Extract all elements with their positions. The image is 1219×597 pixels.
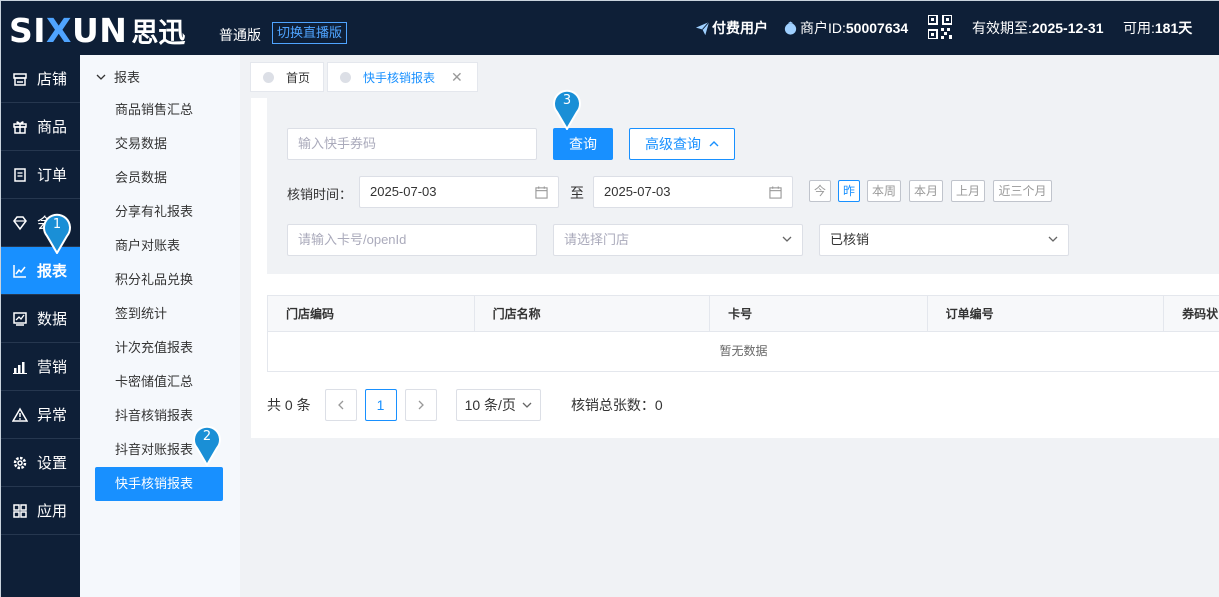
chevron-down-icon: [1048, 225, 1058, 255]
quick-this-week[interactable]: 本周: [867, 180, 901, 202]
chevron-down-icon: [96, 74, 106, 80]
chevron-up-icon: [709, 141, 719, 147]
nav-item-data[interactable]: 数据: [1, 295, 80, 343]
step-marker-3: 3: [552, 88, 582, 131]
top-header: SIXUN 思迅 普通版 切换直播版 付费用户 商户ID: 50007634 有效期…: [1, 1, 1219, 55]
table-header: 门店编码 门店名称 卡号 订单编号 券码状: [268, 296, 1219, 332]
nav-item-store[interactable]: 店铺: [1, 55, 80, 103]
pagination: 共 0 条 1 10 条/页 核销总张数：0: [267, 389, 663, 421]
search-panel: 输入快手券码 查询 高级查询 核销时间： 2025-07-03 至 2025-0…: [267, 98, 1219, 274]
diamond-icon: [12, 215, 28, 231]
qr-code-icon[interactable]: [928, 15, 952, 39]
prev-page-button[interactable]: [324, 389, 357, 421]
chevron-down-icon: [522, 402, 532, 408]
report-content: 输入快手券码 查询 高级查询 核销时间： 2025-07-03 至 2025-0…: [251, 98, 1219, 438]
quick-today[interactable]: 今: [809, 180, 831, 202]
expiry-date: 有效期至: 2025-12-31: [972, 20, 1104, 36]
edition-label: 普通版: [219, 27, 261, 43]
step-marker-1: 1: [42, 212, 72, 255]
empty-state: 暂无数据: [719, 344, 768, 358]
nav-item-apps[interactable]: 应用: [1, 487, 80, 535]
submenu-item-checkin[interactable]: 签到统计: [95, 297, 223, 331]
apps-icon: [12, 503, 28, 519]
total-count: 共 0 条: [267, 397, 311, 413]
nav-item-exceptions[interactable]: 异常: [1, 391, 80, 439]
close-icon[interactable]: ✕: [451, 69, 463, 86]
tab-kuaishou-report[interactable]: 快手核销报表 ✕: [327, 62, 478, 92]
card-openid-input[interactable]: 请输入卡号/openId: [287, 224, 537, 256]
submenu-item-card-stored[interactable]: 卡密储值汇总: [95, 365, 223, 399]
column-store-code: 门店编码: [268, 296, 475, 332]
quick-last-three-months[interactable]: 近三个月: [993, 180, 1052, 202]
submenu-item-sales-summary[interactable]: 商品销售汇总: [95, 93, 223, 127]
chevron-right-icon: [418, 400, 424, 410]
gift-icon: [12, 119, 28, 135]
switch-live-button[interactable]: 切换直播版: [272, 22, 348, 44]
status-select[interactable]: 已核销: [819, 224, 1069, 256]
column-coupon-status: 券码状: [1182, 307, 1219, 321]
submenu-item-points-redeem[interactable]: 积分礼品兑换: [95, 263, 223, 297]
nav-item-orders[interactable]: 订单: [1, 151, 80, 199]
chart-icon: [12, 263, 28, 279]
to-label: 至: [570, 185, 584, 201]
tab-home[interactable]: 首页: [250, 62, 324, 92]
calendar-icon: [769, 177, 782, 210]
brand-logo: SIXUN 思迅: [9, 11, 186, 50]
chevron-down-icon: [782, 225, 792, 255]
report-table: 门店编码 门店名称 卡号 订单编号 券码状 暂无数据: [267, 295, 1219, 372]
query-button[interactable]: 查询: [553, 128, 613, 160]
merchant-id: 商户ID: 50007634: [783, 18, 908, 38]
nav-item-settings[interactable]: 设置: [1, 439, 80, 487]
page-number[interactable]: 1: [364, 389, 397, 421]
main-area: 首页 快手核销报表 ✕ 输入快手券码 查询 高级查询 核销时间： 2025-07…: [240, 55, 1219, 597]
store-select[interactable]: 请选择门店: [553, 224, 803, 256]
warning-icon: [12, 407, 28, 423]
store-icon: [12, 71, 28, 87]
report-submenu: 报表 商品销售汇总 交易数据 会员数据 分享有礼报表 商户对账表 积分礼品兑换 …: [80, 55, 240, 597]
nav-item-reports[interactable]: 报表: [1, 247, 80, 295]
chevron-left-icon: [337, 400, 344, 410]
available-days: 可用: 181天: [1123, 20, 1193, 36]
paid-user-badge: 付费用户: [695, 18, 768, 38]
verify-total-summary: 核销总张数：0: [570, 397, 663, 413]
gear-icon: [12, 455, 28, 471]
next-page-button[interactable]: [404, 389, 437, 421]
main-nav: 店铺 商品 订单 会员 报表 数据 营销 异常 设置 应用: [1, 55, 80, 597]
paper-plane-icon: [695, 21, 710, 35]
clipboard-icon: [12, 167, 28, 183]
start-date-input[interactable]: 2025-07-03: [359, 176, 559, 208]
submenu-header[interactable]: 报表: [96, 67, 140, 86]
submenu-item-member-data[interactable]: 会员数据: [95, 161, 223, 195]
submenu-item-kuaishou-verify[interactable]: 快手核销报表: [95, 467, 223, 501]
trend-icon: [12, 311, 28, 327]
submenu-item-count-recharge[interactable]: 计次充值报表: [95, 331, 223, 365]
end-date-input[interactable]: 2025-07-03: [593, 176, 793, 208]
column-card-no: 卡号: [710, 296, 928, 332]
submenu-item-transactions[interactable]: 交易数据: [95, 127, 223, 161]
coupon-code-input[interactable]: 输入快手券码: [287, 128, 537, 160]
verify-time-label: 核销时间：: [287, 187, 353, 202]
quick-yesterday[interactable]: 昨: [838, 180, 860, 202]
step-marker-2: 2: [192, 424, 222, 467]
submenu-item-merchant-statement[interactable]: 商户对账表: [95, 229, 223, 263]
advanced-query-button[interactable]: 高级查询: [629, 128, 735, 160]
page-size-select[interactable]: 10 条/页: [455, 389, 541, 421]
nav-item-marketing[interactable]: 营销: [1, 343, 80, 391]
bar-icon: [12, 359, 28, 375]
calendar-icon: [535, 177, 548, 210]
tab-dot-icon: [263, 71, 274, 83]
quick-this-month[interactable]: 本月: [909, 180, 943, 202]
column-store-name: 门店名称: [475, 296, 711, 332]
quick-last-month[interactable]: 上月: [951, 180, 985, 202]
submenu-item-share-gift[interactable]: 分享有礼报表: [95, 195, 223, 229]
column-order-no: 订单编号: [928, 296, 1165, 332]
tab-dot-icon: [340, 71, 351, 83]
nav-item-goods[interactable]: 商品: [1, 103, 80, 151]
drop-icon: [784, 21, 797, 35]
